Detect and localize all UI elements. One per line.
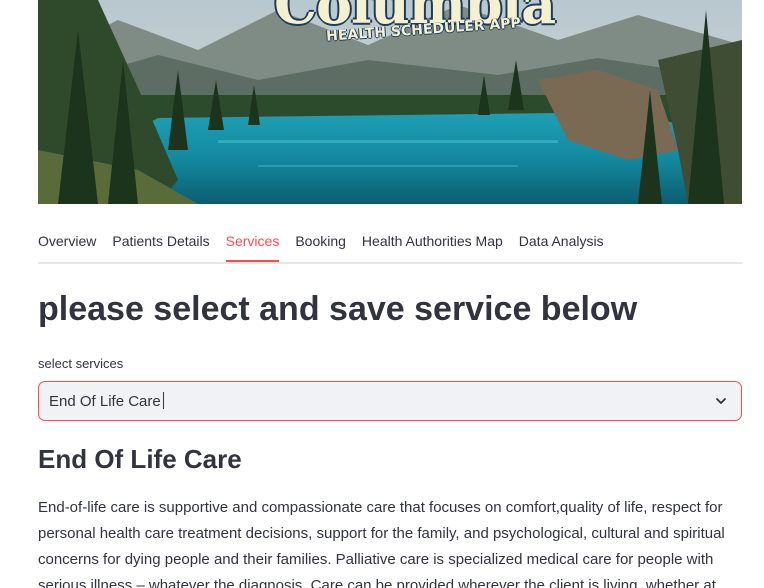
chevron-down-icon[interactable] (715, 395, 727, 407)
text-cursor (162, 392, 164, 409)
service-select-text: End Of Life Care (49, 393, 161, 410)
service-select-value[interactable]: End Of Life Care (49, 382, 164, 422)
banner-image: Columbia HEALTH SCHEDULER APP (38, 0, 742, 204)
tab-services[interactable]: Services (225, 222, 279, 262)
tab-health-authorities-map[interactable]: Health Authorities Map (362, 222, 503, 260)
tab-patients-details[interactable]: Patients Details (112, 222, 209, 260)
page-title: please select and save service below (38, 290, 638, 328)
tab-bar: Overview Patients Details Services Booki… (38, 222, 742, 264)
service-heading: End Of Life Care (38, 444, 242, 474)
service-description: End-of-life care is supportive and compa… (38, 499, 725, 588)
tab-overview[interactable]: Overview (38, 222, 96, 260)
app-page: Columbia HEALTH SCHEDULER APP Overview P… (0, 0, 764, 588)
select-services-label: select services (38, 356, 124, 371)
tab-booking[interactable]: Booking (295, 222, 346, 260)
tab-data-analysis[interactable]: Data Analysis (519, 222, 604, 260)
service-select[interactable]: End Of Life Care (38, 381, 742, 421)
